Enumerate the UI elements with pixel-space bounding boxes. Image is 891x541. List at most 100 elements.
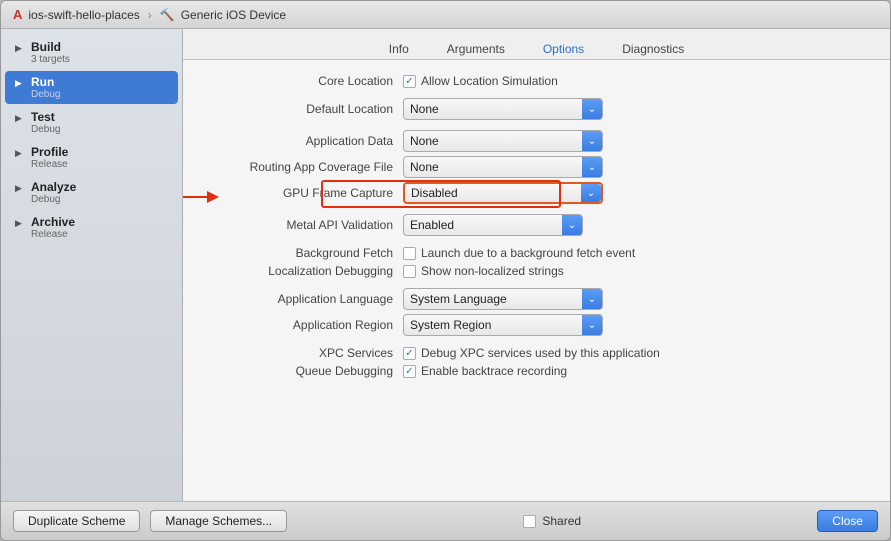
label-background-fetch: Background Fetch (203, 246, 403, 260)
select-arrow-metal-api: ⌄ (562, 215, 582, 235)
select-default-location-value: None (410, 102, 439, 116)
label-allow-location: Allow Location Simulation (421, 74, 558, 88)
control-core-location: Allow Location Simulation (403, 74, 870, 88)
select-application-language[interactable]: System Language ⌄ (403, 288, 603, 310)
sidebar-item-build[interactable]: ▶ Build 3 targets (5, 36, 178, 69)
control-gpu-frame-capture: Disabled ⌄ (403, 182, 870, 204)
tab-info[interactable]: Info (370, 37, 428, 60)
label-xpc-text: Debug XPC services used by this applicat… (421, 346, 660, 360)
sidebar-sub-build: 3 targets (31, 54, 70, 65)
control-background-fetch: Launch due to a background fetch event (403, 246, 870, 260)
label-queue-debugging: Queue Debugging (203, 364, 403, 378)
control-routing-app: None ⌄ (403, 156, 870, 178)
checkbox-queue[interactable] (403, 365, 416, 378)
checkbox-row-background-fetch: Launch due to a background fetch event (403, 246, 635, 260)
checkbox-row-queue: Enable backtrace recording (403, 364, 567, 378)
label-application-language: Application Language (203, 292, 403, 306)
select-arrow-application-language: ⌄ (582, 289, 602, 309)
label-xpc-services: XPC Services (203, 346, 403, 360)
tab-arguments[interactable]: Arguments (428, 37, 524, 60)
row-queue-debugging: Queue Debugging Enable backtrace recordi… (203, 364, 870, 378)
sidebar-label-test: Test (31, 110, 60, 124)
row-routing-app: Routing App Coverage File None ⌄ (203, 156, 870, 178)
checkbox-localization[interactable] (403, 265, 416, 278)
select-metal-api-value: Enabled (410, 218, 454, 232)
tab-options[interactable]: Options (524, 37, 603, 60)
select-application-region[interactable]: System Region ⌄ (403, 314, 603, 336)
select-arrow-gpu-frame-capture: ⌄ (581, 184, 601, 202)
device-icon: 🔨 (160, 8, 175, 22)
sidebar-item-test[interactable]: ▶ Test Debug (5, 106, 178, 139)
sidebar-item-archive[interactable]: ▶ Archive Release (5, 211, 178, 244)
select-metal-api[interactable]: Enabled ⌄ (403, 214, 583, 236)
select-application-language-value: System Language (410, 292, 507, 306)
row-application-data: Application Data None ⌄ (203, 130, 870, 152)
shared-row: Shared (523, 514, 581, 528)
checkbox-row-xpc: Debug XPC services used by this applicat… (403, 346, 660, 360)
select-gpu-frame-capture[interactable]: Disabled ⌄ (403, 182, 603, 204)
sidebar: ▶ Build 3 targets ▶ Run Debug ▶ Test Deb… (1, 29, 183, 501)
row-gpu-frame-capture: GPU Frame Capture Disabled ⌄ (203, 182, 870, 204)
label-core-location: Core Location (203, 74, 403, 88)
checkbox-row-localization: Show non-localized strings (403, 264, 564, 278)
label-gpu-frame-capture: GPU Frame Capture (203, 186, 403, 200)
select-default-location[interactable]: None ⌄ (403, 98, 603, 120)
select-arrow-application-data: ⌄ (582, 131, 602, 151)
select-application-data[interactable]: None ⌄ (403, 130, 603, 152)
arrow-icon-profile: ▶ (15, 148, 25, 159)
label-background-fetch-text: Launch due to a background fetch event (421, 246, 635, 260)
sidebar-item-profile[interactable]: ▶ Profile Release (5, 141, 178, 174)
tabs-bar: Info Arguments Options Diagnostics (183, 29, 890, 60)
main-content: ▶ Build 3 targets ▶ Run Debug ▶ Test Deb… (1, 29, 890, 501)
select-arrow-routing-app: ⌄ (582, 157, 602, 177)
row-background-fetch: Background Fetch Launch due to a backgro… (203, 246, 870, 260)
row-localization: Localization Debugging Show non-localize… (203, 264, 870, 278)
select-gpu-frame-capture-value: Disabled (411, 186, 458, 200)
breadcrumb-sep: › (148, 8, 152, 22)
label-localization: Localization Debugging (203, 264, 403, 278)
label-application-data: Application Data (203, 134, 403, 148)
arrow-icon-run: ▶ (15, 78, 25, 89)
xcode-icon: A (13, 7, 22, 22)
control-xpc-services: Debug XPC services used by this applicat… (403, 346, 870, 360)
row-application-region: Application Region System Region ⌄ (203, 314, 870, 336)
form-area: Core Location Allow Location Simulation … (183, 60, 890, 501)
checkbox-shared[interactable] (523, 515, 536, 528)
checkbox-background-fetch[interactable] (403, 247, 416, 260)
checkbox-row-core-location: Allow Location Simulation (403, 74, 558, 88)
bottom-bar: Duplicate Scheme Manage Schemes... Share… (1, 501, 890, 540)
sidebar-item-run[interactable]: ▶ Run Debug (5, 71, 178, 104)
row-core-location: Core Location Allow Location Simulation (203, 74, 870, 88)
row-xpc-services: XPC Services Debug XPC services used by … (203, 346, 870, 360)
control-application-data: None ⌄ (403, 130, 870, 152)
arrow-icon-test: ▶ (15, 113, 25, 124)
checkbox-core-location[interactable] (403, 75, 416, 88)
control-application-region: System Region ⌄ (403, 314, 870, 336)
sidebar-sub-test: Debug (31, 124, 60, 135)
select-application-data-value: None (410, 134, 439, 148)
checkbox-xpc[interactable] (403, 347, 416, 360)
select-application-region-value: System Region (410, 318, 491, 332)
control-metal-api: Enabled ⌄ (403, 214, 870, 236)
title-bar: A ios-swift-hello-places › 🔨 Generic iOS… (1, 1, 890, 29)
control-queue-debugging: Enable backtrace recording (403, 364, 870, 378)
label-metal-api: Metal API Validation (203, 218, 403, 232)
sidebar-item-analyze[interactable]: ▶ Analyze Debug (5, 176, 178, 209)
row-application-language: Application Language System Language ⌄ (203, 288, 870, 310)
manage-schemes-button[interactable]: Manage Schemes... (150, 510, 287, 532)
sidebar-label-profile: Profile (31, 145, 68, 159)
control-default-location: None ⌄ (403, 98, 870, 120)
label-queue-text: Enable backtrace recording (421, 364, 567, 378)
row-default-location: Default Location None ⌄ (203, 98, 870, 120)
select-routing-app-value: None (410, 160, 439, 174)
close-button[interactable]: Close (817, 510, 878, 532)
select-routing-app[interactable]: None ⌄ (403, 156, 603, 178)
label-application-region: Application Region (203, 318, 403, 332)
label-localization-text: Show non-localized strings (421, 264, 564, 278)
duplicate-scheme-button[interactable]: Duplicate Scheme (13, 510, 140, 532)
sidebar-label-run: Run (31, 75, 60, 89)
tab-diagnostics[interactable]: Diagnostics (603, 37, 703, 60)
control-localization: Show non-localized strings (403, 264, 870, 278)
select-arrow-default-location: ⌄ (582, 99, 602, 119)
label-routing-app: Routing App Coverage File (203, 160, 403, 174)
